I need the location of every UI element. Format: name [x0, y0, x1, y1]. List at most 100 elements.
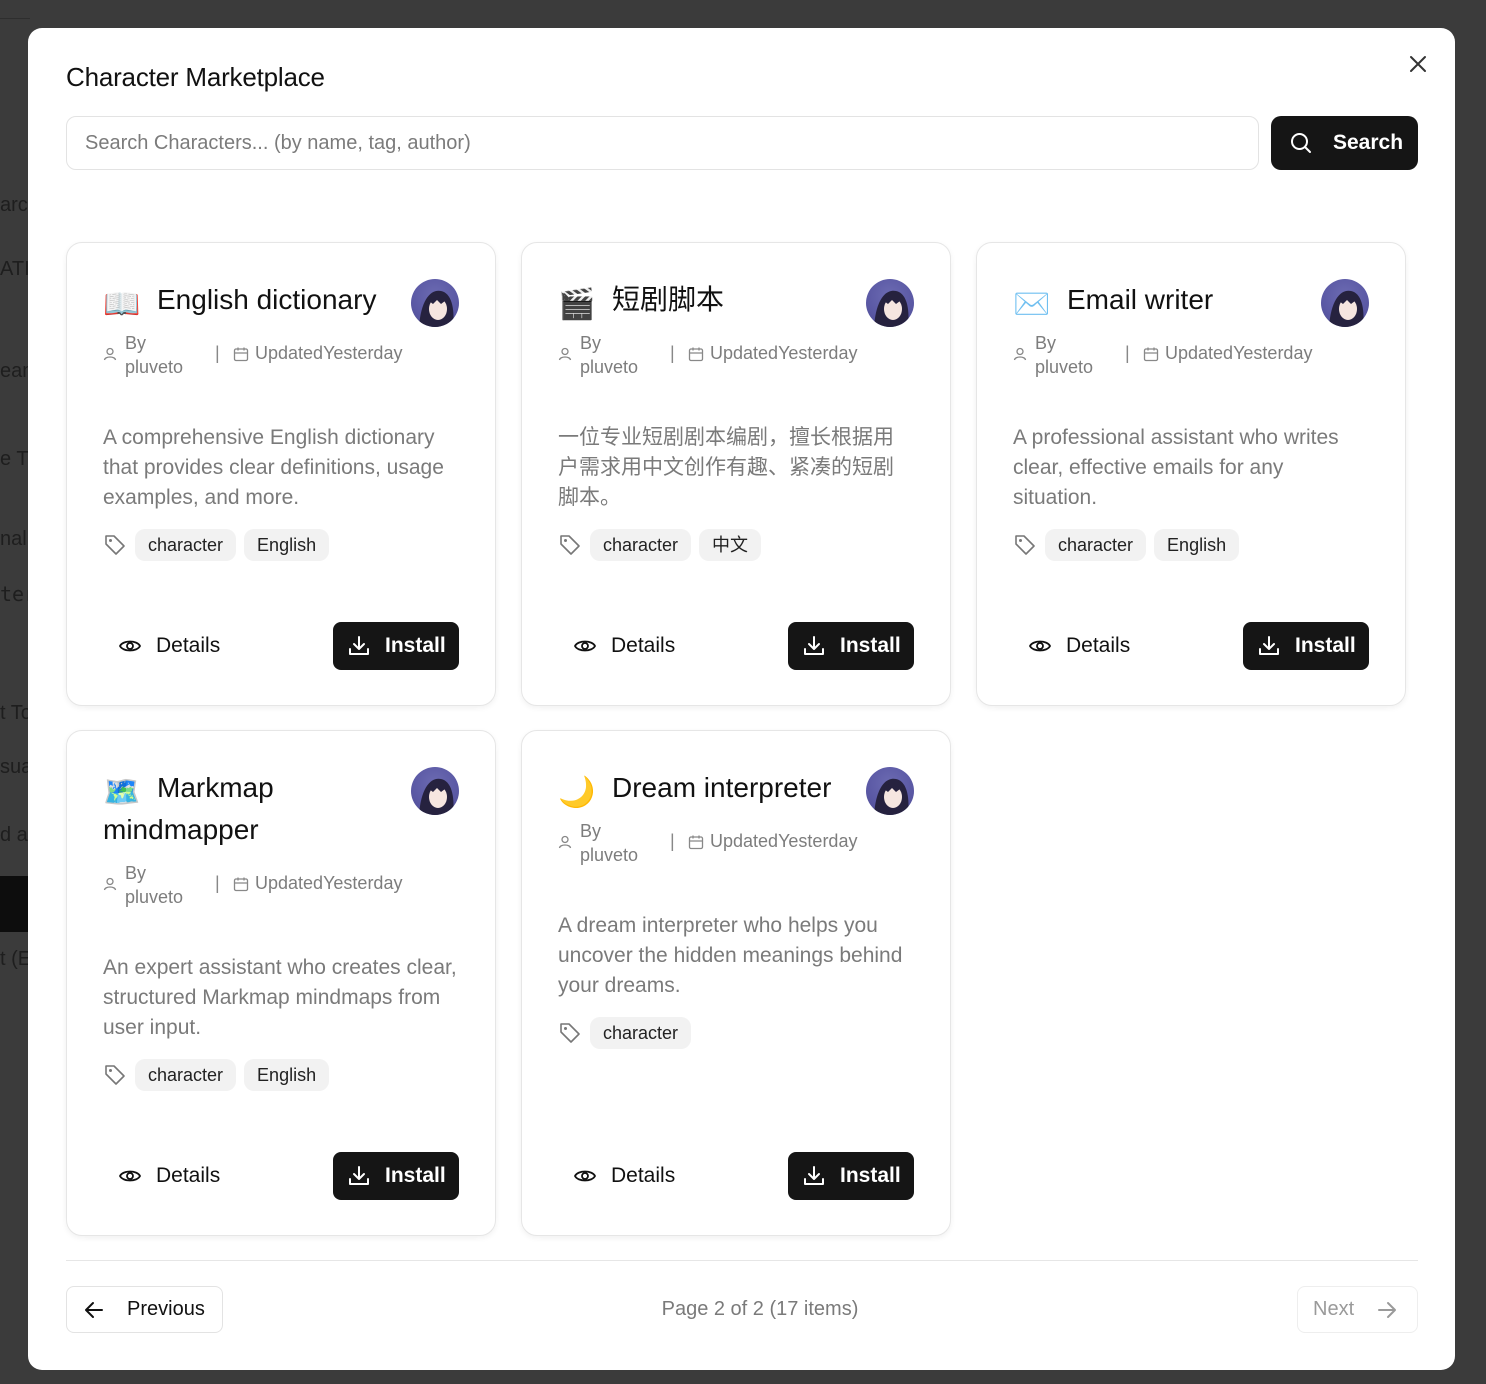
bg-dark-block [0, 876, 30, 932]
card-description: An expert assistant who creates clear, s… [103, 956, 457, 1039]
search-icon [1291, 133, 1311, 153]
dialog-title: Character Marketplace [66, 62, 325, 92]
eye-icon [118, 640, 142, 652]
updated-label: Updated [255, 873, 324, 893]
tag-chip[interactable]: character [135, 1059, 237, 1091]
details-label: Details [611, 634, 676, 657]
tag-chip[interactable]: character [590, 529, 692, 561]
envelope-icon: ✉️ [1013, 287, 1051, 321]
install-label: Install [385, 1164, 446, 1187]
by-label: By [125, 863, 147, 883]
close-icon [1410, 56, 1426, 72]
updated-value: Yesterday [778, 343, 858, 363]
author-avatar [866, 279, 914, 327]
calendar-icon [233, 347, 249, 361]
arrow-left-icon [85, 1301, 103, 1318]
calendar-icon [688, 835, 704, 849]
details-button[interactable]: Details [103, 622, 235, 670]
updated-label: Updated [1165, 343, 1234, 363]
install-button[interactable]: Install [788, 1152, 914, 1200]
updated-value: Yesterday [1233, 343, 1313, 363]
character-card: 🗺️ Markmap mindmapper By pluveto | Updated… [66, 730, 496, 1236]
bg-text-fragment: ter [0, 582, 30, 606]
details-button[interactable]: Details [558, 1152, 690, 1200]
tag-icon [560, 1023, 580, 1043]
install-button[interactable]: Install [788, 622, 914, 670]
calendar-icon [1143, 347, 1159, 361]
meta-separator: | [1125, 343, 1130, 363]
search-input[interactable] [66, 116, 1259, 170]
install-button[interactable]: Install [1243, 622, 1369, 670]
tag-chip[interactable]: 中文 [699, 529, 762, 561]
bg-text-fragment: eam [0, 360, 30, 382]
character-card: 🎬 短剧脚本 By pluveto | UpdatedYesterday 一位专业短… [521, 242, 951, 706]
next-page-button[interactable]: Next [1297, 1286, 1418, 1333]
arrow-right-icon [1378, 1301, 1397, 1318]
card-title: Email writer [1067, 284, 1214, 315]
author-name: pluveto [1035, 357, 1094, 377]
map-icon: 🗺️ [103, 775, 141, 809]
card-description: A professional assistant who writes clea… [1013, 426, 1339, 509]
meta-separator: | [215, 873, 220, 893]
user-icon [103, 347, 117, 361]
details-button[interactable]: Details [558, 622, 690, 670]
user-icon [1013, 347, 1027, 361]
install-button[interactable]: Install [333, 1152, 459, 1200]
meta-separator: | [215, 343, 220, 363]
bg-text-fragment: t (E [0, 948, 30, 970]
card-description: A comprehensive English dictionary that … [103, 426, 444, 509]
calendar-icon [233, 877, 249, 891]
details-button[interactable]: Details [103, 1152, 235, 1200]
updated-value: Yesterday [323, 873, 403, 893]
tag-chip[interactable]: character [590, 1017, 692, 1049]
install-label: Install [840, 1164, 901, 1187]
updated-label: Updated [255, 343, 324, 363]
tag-chip[interactable]: character [1045, 529, 1147, 561]
details-label: Details [156, 1164, 221, 1187]
tag-icon [1015, 535, 1035, 555]
bg-text-fragment: nal [0, 528, 27, 550]
bg-divider [0, 18, 30, 19]
bg-text-fragment: t To [0, 702, 30, 724]
tag-chip[interactable]: English [1154, 529, 1240, 561]
user-icon [558, 835, 572, 849]
card-title: 短剧脚本 [612, 284, 725, 315]
tag-icon [560, 535, 580, 555]
bg-text-fragment: arch [0, 194, 30, 216]
meta-separator: | [670, 831, 675, 851]
user-icon [103, 877, 117, 891]
character-card: 🌙 Dream interpreter By pluveto | UpdatedYe… [521, 730, 951, 1236]
download-icon [349, 1166, 369, 1185]
tag-chip[interactable]: character [135, 529, 237, 561]
details-label: Details [1066, 634, 1131, 657]
install-label: Install [1295, 634, 1356, 657]
author-avatar [411, 767, 459, 815]
tag-icon [105, 1065, 125, 1085]
download-icon [1259, 636, 1279, 655]
tag-chip[interactable]: English [244, 529, 330, 561]
bg-text-fragment: e Tr [0, 448, 30, 470]
details-label: Details [156, 634, 221, 657]
meta-separator: | [670, 343, 675, 363]
eye-icon [573, 640, 597, 652]
details-button[interactable]: Details [1013, 622, 1145, 670]
close-button[interactable] [1404, 50, 1432, 78]
search-button-label: Search [1333, 131, 1404, 154]
card-description: A dream interpreter who helps you uncove… [558, 914, 903, 997]
author-name: pluveto [580, 357, 639, 377]
install-button[interactable]: Install [333, 622, 459, 670]
tag-chip[interactable]: English [244, 1059, 330, 1091]
card-title: English dictionary [157, 284, 377, 315]
card-title: Dream interpreter [612, 772, 832, 803]
install-label: Install [385, 634, 446, 657]
footer-divider [66, 1260, 1418, 1261]
previous-page-button[interactable]: Previous [66, 1286, 223, 1333]
author-name: pluveto [125, 357, 184, 377]
search-button[interactable]: Search [1271, 116, 1418, 170]
updated-value: Yesterday [323, 343, 403, 363]
author-name: pluveto [125, 887, 184, 907]
character-card: 📖 English dictionary By pluveto | UpdatedY… [66, 242, 496, 706]
download-icon [349, 636, 369, 655]
card-description: 一位专业短剧剧本编剧，擅长根据用户需求用中文创作有趣、紧凑的短剧脚本。 [558, 426, 894, 509]
updated-value: Yesterday [778, 831, 858, 851]
